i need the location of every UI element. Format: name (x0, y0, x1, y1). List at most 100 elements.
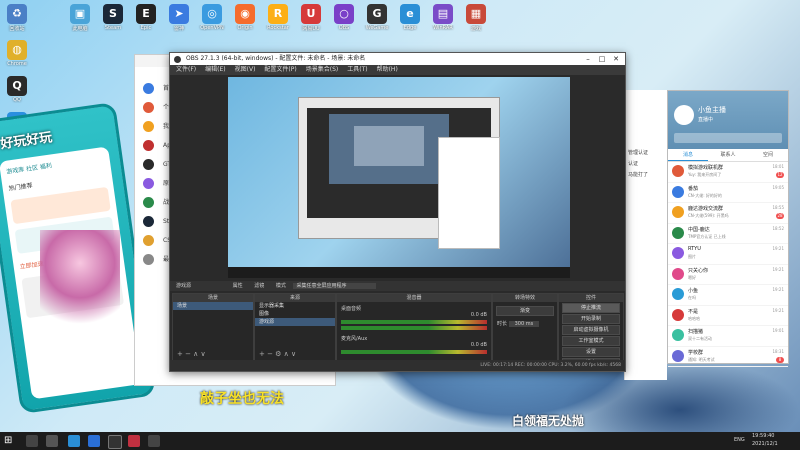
desktop-icon[interactable]: ▤ WinRAR (426, 4, 460, 31)
desktop-icon[interactable]: R Rockstar (261, 4, 295, 31)
scenes-dock: 场景 场景 + − ∧ ∨ (172, 293, 254, 361)
chat-time: 19:21 (772, 287, 784, 292)
chat-preview: Yuy: 我来开房间了 (688, 172, 722, 177)
app2-taskbar-icon[interactable] (148, 435, 160, 447)
obs-menubar: 文件(F) 编辑(E) 视图(V) 配置文件(P) 场景集合(S) 工具(T) 帮助(H) (170, 65, 625, 75)
tab-contacts[interactable]: 联系人 (708, 149, 748, 161)
chat-row[interactable]: 学校群 通知: 明天考试 18:31 8 (668, 347, 788, 367)
control-button[interactable]: 工作室模式 (562, 336, 620, 346)
desktop-icon[interactable]: Q QQ (0, 76, 34, 103)
chat-time: 19:21 (772, 307, 784, 313)
chat-name: 中国-鹿达 (688, 226, 710, 233)
row-icon (143, 254, 154, 265)
chat-name: 番茄 (688, 185, 699, 192)
desktop-icon[interactable]: E Epic (129, 4, 163, 31)
chat-row[interactable]: 小鱼 在吗 19:21 (668, 285, 788, 306)
desktop-icon-label: OBS (338, 25, 350, 31)
close-icon[interactable]: ✕ (609, 53, 623, 65)
mid-line: 马能打了 (628, 172, 649, 178)
desktop-icon[interactable]: ◎ OpenVPN (195, 4, 229, 31)
source-controls-icons[interactable]: + − ⚙ ∧ ∨ (259, 350, 296, 358)
chat-name: 模拟游戏联机群 (688, 165, 724, 171)
desktop-icon[interactable]: U 网易UU (294, 4, 328, 32)
chat-row[interactable]: 只关心你 嗯好 19:21 (668, 265, 788, 285)
control-button[interactable]: 设置 (562, 347, 620, 357)
desktop-icon-label: 游戏 (470, 26, 481, 32)
chat-name: 不是 (688, 308, 699, 315)
chat-name: 小鱼 (688, 288, 699, 294)
row-icon (143, 216, 154, 227)
volume-meter (341, 350, 487, 354)
add-remove-icons[interactable]: + − ∧ ∨ (177, 350, 206, 358)
launcher-taskbar-icon[interactable] (88, 435, 100, 447)
avatar[interactable] (674, 105, 694, 125)
duration-input[interactable]: 300 ms (508, 321, 540, 327)
mixer-header: 混音器 (337, 294, 491, 302)
app-icon: E (136, 4, 156, 24)
chat-preview: 双十二有活动 (688, 336, 712, 341)
desktop-icon[interactable]: ➤ 雷神 (162, 4, 196, 32)
app-taskbar-icon[interactable] (128, 435, 140, 447)
menu-item[interactable]: 编辑(E) (205, 66, 225, 73)
desktop-icon[interactable]: e Edge (393, 4, 427, 31)
source-item[interactable]: 图像 (255, 310, 335, 318)
desktop-icon[interactable]: ♻ 回收站 (0, 4, 34, 32)
desktop-icon[interactable]: S Steam (96, 4, 130, 31)
desktop-icon[interactable]: ◍ Chrome (0, 40, 34, 67)
transition-select[interactable]: 渐变 (496, 306, 554, 316)
chat-row[interactable]: 中国-鹿达 TMP官方认证 已上线 18:52 (668, 224, 788, 244)
menu-item[interactable]: 文件(F) (176, 66, 196, 73)
chat-row[interactable]: 扫描猪 双十二有活动 19:01 (668, 326, 788, 347)
obs-taskbar-icon[interactable] (108, 435, 122, 449)
tab-space[interactable]: 空间 (748, 149, 788, 161)
maximize-icon[interactable]: □ (595, 53, 609, 65)
chat-row[interactable]: 鹿达游戏交流群 CN-大佬(599): 开黑吗 18:55 28 (668, 203, 788, 224)
chat-row[interactable]: 模拟游戏联机群 Yuy: 我来开房间了 18:01 12 (668, 162, 788, 183)
source-item[interactable]: 游戏源 (255, 318, 335, 326)
desktop-icon-label: 网易UU (302, 26, 320, 32)
control-button[interactable]: 开始录制 (562, 314, 620, 324)
chat-time: 19:21 (772, 266, 784, 272)
desktop-icon[interactable]: ◉ Origin (228, 4, 262, 31)
transitions-header: 转场特效 (493, 294, 557, 302)
menu-item[interactable]: 帮助(H) (377, 66, 398, 73)
obs-preview[interactable] (228, 77, 570, 278)
desktop-icon[interactable]: ▦ 游戏 (459, 4, 493, 32)
desktop-icon-label: Edge (403, 25, 417, 31)
menu-item[interactable]: 工具(T) (347, 66, 367, 73)
tab-messages[interactable]: 消息 (668, 149, 708, 161)
scene-item[interactable]: 场景 (173, 302, 253, 310)
qq-header: 小鱼主播 直播中 (668, 91, 788, 149)
avatar (672, 165, 684, 177)
chat-row[interactable]: 番茄 CN-大佬: 好的好的 19:05 (668, 183, 788, 203)
start-icon[interactable]: ⊞ (4, 435, 16, 447)
control-button[interactable]: 启动虚拟摄像机 (562, 325, 620, 335)
menu-item[interactable]: 配置文件(P) (264, 66, 296, 73)
clock-date[interactable]: 2021/12/1 (752, 440, 778, 449)
row-icon (143, 102, 154, 113)
minimize-icon[interactable]: – (581, 53, 595, 65)
taskview-icon[interactable] (46, 435, 58, 447)
desktop-icon[interactable]: G WeGame (360, 4, 394, 31)
chat-row[interactable]: RTYU 图片 19:21 (668, 244, 788, 265)
control-button[interactable]: 停止推流 (562, 303, 620, 313)
desktop-icon-label: 雷神 (173, 26, 184, 32)
row-icon (143, 197, 154, 208)
menu-item[interactable]: 场景集合(S) (306, 66, 339, 73)
desktop-icon-label: QQ (13, 97, 21, 103)
search-icon[interactable] (26, 435, 38, 447)
properties-button[interactable]: 属性 (233, 283, 243, 289)
mode-label: 模式 (275, 283, 286, 289)
search-input[interactable] (674, 133, 782, 143)
desktop-icon[interactable]: ▣ 此电脑 (63, 4, 97, 32)
desktop: ♻ 回收站 ▣ 此电脑 S Steam E Epic ➤ 雷神 ◎ OpenVPN ◉ Origin R Ro… (0, 0, 800, 432)
filters-button[interactable]: 滤镜 (254, 283, 264, 289)
source-item[interactable]: 显示器采集 (255, 302, 335, 310)
desktop-icon[interactable]: ○ OBS (327, 4, 361, 31)
mode-select[interactable]: 采集任意全屏应用程序 (293, 283, 377, 289)
qq-taskbar-icon[interactable] (68, 435, 80, 447)
chat-name: 只关心你 (688, 267, 709, 274)
lang-indicator[interactable]: ENG (734, 436, 745, 445)
menu-item[interactable]: 视图(V) (235, 66, 256, 73)
chat-row[interactable]: 不是 哈哈哈 19:21 (668, 306, 788, 326)
